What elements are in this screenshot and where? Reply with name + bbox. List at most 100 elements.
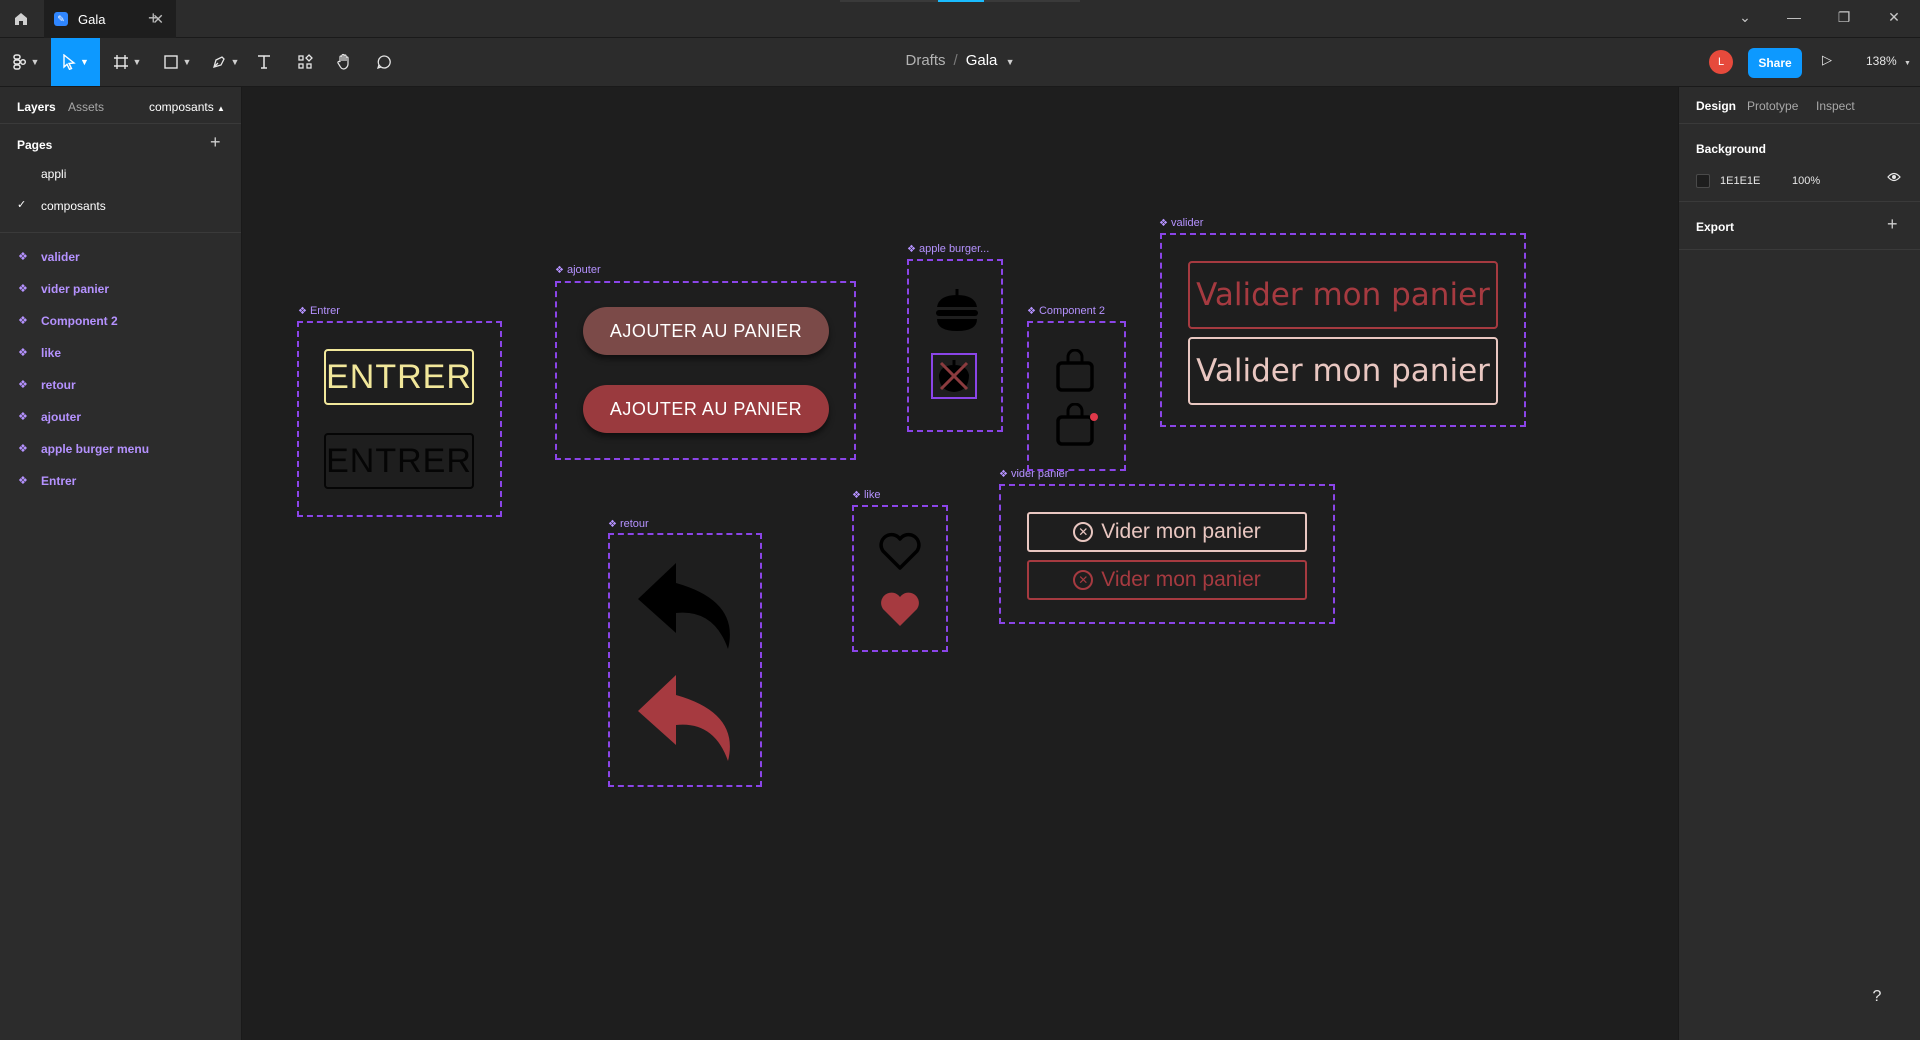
entrer-button-default[interactable]: ENTRER	[324, 349, 474, 405]
ajouter-button-default[interactable]: AJOUTER AU PANIER	[583, 307, 829, 355]
zoom-level: 138%	[1866, 54, 1897, 68]
component-label-vider-panier[interactable]: ❖ vider panier	[999, 468, 1068, 480]
page-selector[interactable]: composants ▲	[149, 100, 225, 114]
left-panel-tabs: Layers Assets composants ▲	[0, 87, 241, 124]
layer-label: Entrer	[41, 474, 77, 488]
back-arrow-red-icon[interactable]	[636, 673, 738, 763]
component-label-component-2[interactable]: ❖ Component 2	[1027, 305, 1105, 317]
component-label-text: Entrer	[309, 305, 340, 317]
background-hex[interactable]: 1E1E1E	[1720, 175, 1760, 187]
zoom-menu[interactable]: 138% ▼	[1866, 54, 1911, 68]
background-color-swatch[interactable]	[1696, 174, 1710, 188]
breadcrumb-separator: /	[953, 52, 958, 69]
layer-vider-panier[interactable]: ❖ vider panier	[0, 272, 241, 304]
figma-file-icon: ✎	[54, 12, 68, 26]
tab-inspect[interactable]: Inspect	[1816, 99, 1855, 113]
minimize-icon[interactable]: —	[1784, 9, 1804, 25]
layer-valider[interactable]: ❖ valider	[0, 240, 241, 272]
component-icon: ❖	[18, 283, 28, 295]
layer-like[interactable]: ❖ like	[0, 336, 241, 368]
component-label-valider[interactable]: ❖ valider	[1159, 217, 1203, 229]
page-item-appli[interactable]: appli	[0, 156, 241, 188]
layer-component-2[interactable]: ❖ Component 2	[0, 304, 241, 336]
chevron-down-icon[interactable]: ▼	[1006, 57, 1015, 67]
component-label-apple-burger[interactable]: ❖ apple burger...	[907, 243, 989, 255]
ajouter-button-variant[interactable]: AJOUTER AU PANIER	[583, 385, 829, 433]
present-play-icon[interactable]: ▷	[1822, 52, 1832, 68]
canvas[interactable]: ❖ Entrer ENTRER ENTRER ❖ ajouter AJOUTER A…	[242, 87, 1678, 1040]
background-section: Background 1E1E1E 100%	[1679, 124, 1920, 202]
apple-burger-close-variant[interactable]	[931, 353, 977, 399]
component-component-2[interactable]	[1027, 321, 1126, 471]
apple-close-icon	[939, 360, 969, 392]
shopping-bag-notification-icon[interactable]	[1055, 403, 1099, 447]
component-label-text: apple burger...	[918, 243, 990, 255]
layer-label: valider	[41, 250, 80, 264]
shopping-bag-icon[interactable]	[1055, 349, 1095, 393]
vider-button-default[interactable]: ✕ Vider mon panier	[1027, 512, 1307, 552]
valider-button-default[interactable]: Valider mon panier	[1188, 261, 1498, 329]
share-button[interactable]: Share	[1748, 48, 1802, 78]
component-icon: ❖	[999, 469, 1008, 480]
component-like[interactable]	[852, 505, 948, 652]
layer-label: like	[41, 346, 62, 360]
component-icon: ❖	[608, 519, 617, 530]
window-close-icon[interactable]: ✕	[1884, 9, 1904, 26]
layer-label: retour	[41, 378, 76, 392]
component-label-ajouter[interactable]: ❖ ajouter	[555, 264, 601, 276]
component-icon: ❖	[18, 379, 28, 391]
new-tab-button[interactable]: +	[148, 8, 159, 29]
layer-label: apple burger menu	[41, 442, 150, 456]
tab-design[interactable]: Design	[1696, 99, 1736, 113]
component-label-like[interactable]: ❖ like	[852, 489, 880, 501]
component-icon: ❖	[18, 347, 28, 359]
chevron-down-icon[interactable]: ⌄	[1735, 9, 1755, 26]
add-page-icon[interactable]: +	[210, 132, 221, 153]
heart-filled-icon[interactable]	[878, 589, 922, 629]
component-ajouter[interactable]: AJOUTER AU PANIER AJOUTER AU PANIER	[555, 281, 856, 460]
component-label-entrer[interactable]: ❖ Entrer	[298, 305, 340, 317]
tab-title: Gala	[78, 11, 106, 27]
pages-title: Pages	[17, 138, 53, 152]
check-icon: ✓	[17, 199, 27, 211]
avatar[interactable]: L	[1709, 50, 1733, 74]
component-vider-panier[interactable]: ✕ Vider mon panier ✕ Vider mon panier	[999, 484, 1335, 624]
right-panel-tabs: Design Prototype Inspect	[1679, 87, 1920, 124]
heart-outline-icon[interactable]	[878, 531, 922, 571]
layer-retour[interactable]: ❖ retour	[0, 368, 241, 400]
home-icon[interactable]	[10, 9, 32, 29]
component-icon: ❖	[18, 315, 28, 327]
breadcrumb-drafts[interactable]: Drafts	[906, 52, 946, 69]
layer-ajouter[interactable]: ❖ ajouter	[0, 400, 241, 432]
tab-assets[interactable]: Assets	[68, 100, 104, 114]
component-label-text: ajouter	[566, 264, 601, 276]
component-label-text: like	[863, 489, 881, 501]
component-retour[interactable]	[608, 533, 762, 787]
background-opacity[interactable]: 100%	[1792, 175, 1820, 187]
entrer-button-variant[interactable]: ENTRER	[324, 433, 474, 489]
eye-icon[interactable]	[1887, 170, 1901, 185]
tab-prototype[interactable]: Prototype	[1747, 99, 1798, 113]
restore-icon[interactable]: ❐	[1834, 9, 1854, 26]
component-valider[interactable]: Valider mon panier Valider mon panier	[1160, 233, 1526, 427]
file-name[interactable]: Gala	[966, 52, 998, 69]
layer-apple-burger-menu[interactable]: ❖ apple burger menu	[0, 432, 241, 464]
valider-button-variant[interactable]: Valider mon panier	[1188, 337, 1498, 405]
component-apple-burger[interactable]	[907, 259, 1003, 432]
component-icon: ❖	[18, 411, 28, 423]
component-label-retour[interactable]: ❖ retour	[608, 518, 649, 530]
page-item-composants[interactable]: ✓ composants	[0, 188, 241, 220]
layer-entrer[interactable]: ❖ Entrer	[0, 464, 241, 496]
back-arrow-icon[interactable]	[636, 561, 738, 651]
apple-burger-icon[interactable]	[935, 287, 979, 335]
toolbar: ▼ ▼ ▼ ▼ ▼ Drafts / Gala ▼ L Share ▷ 138% ▼	[0, 38, 1920, 87]
divider	[0, 220, 241, 233]
component-entrer[interactable]: ENTRER ENTRER	[297, 321, 502, 517]
component-icon: ❖	[852, 490, 861, 501]
component-icon: ❖	[555, 265, 564, 276]
add-export-icon[interactable]: +	[1887, 214, 1898, 235]
help-button[interactable]: ?	[1860, 980, 1894, 1014]
vider-button-variant[interactable]: ✕ Vider mon panier	[1027, 560, 1307, 600]
tab-layers[interactable]: Layers	[17, 100, 56, 114]
